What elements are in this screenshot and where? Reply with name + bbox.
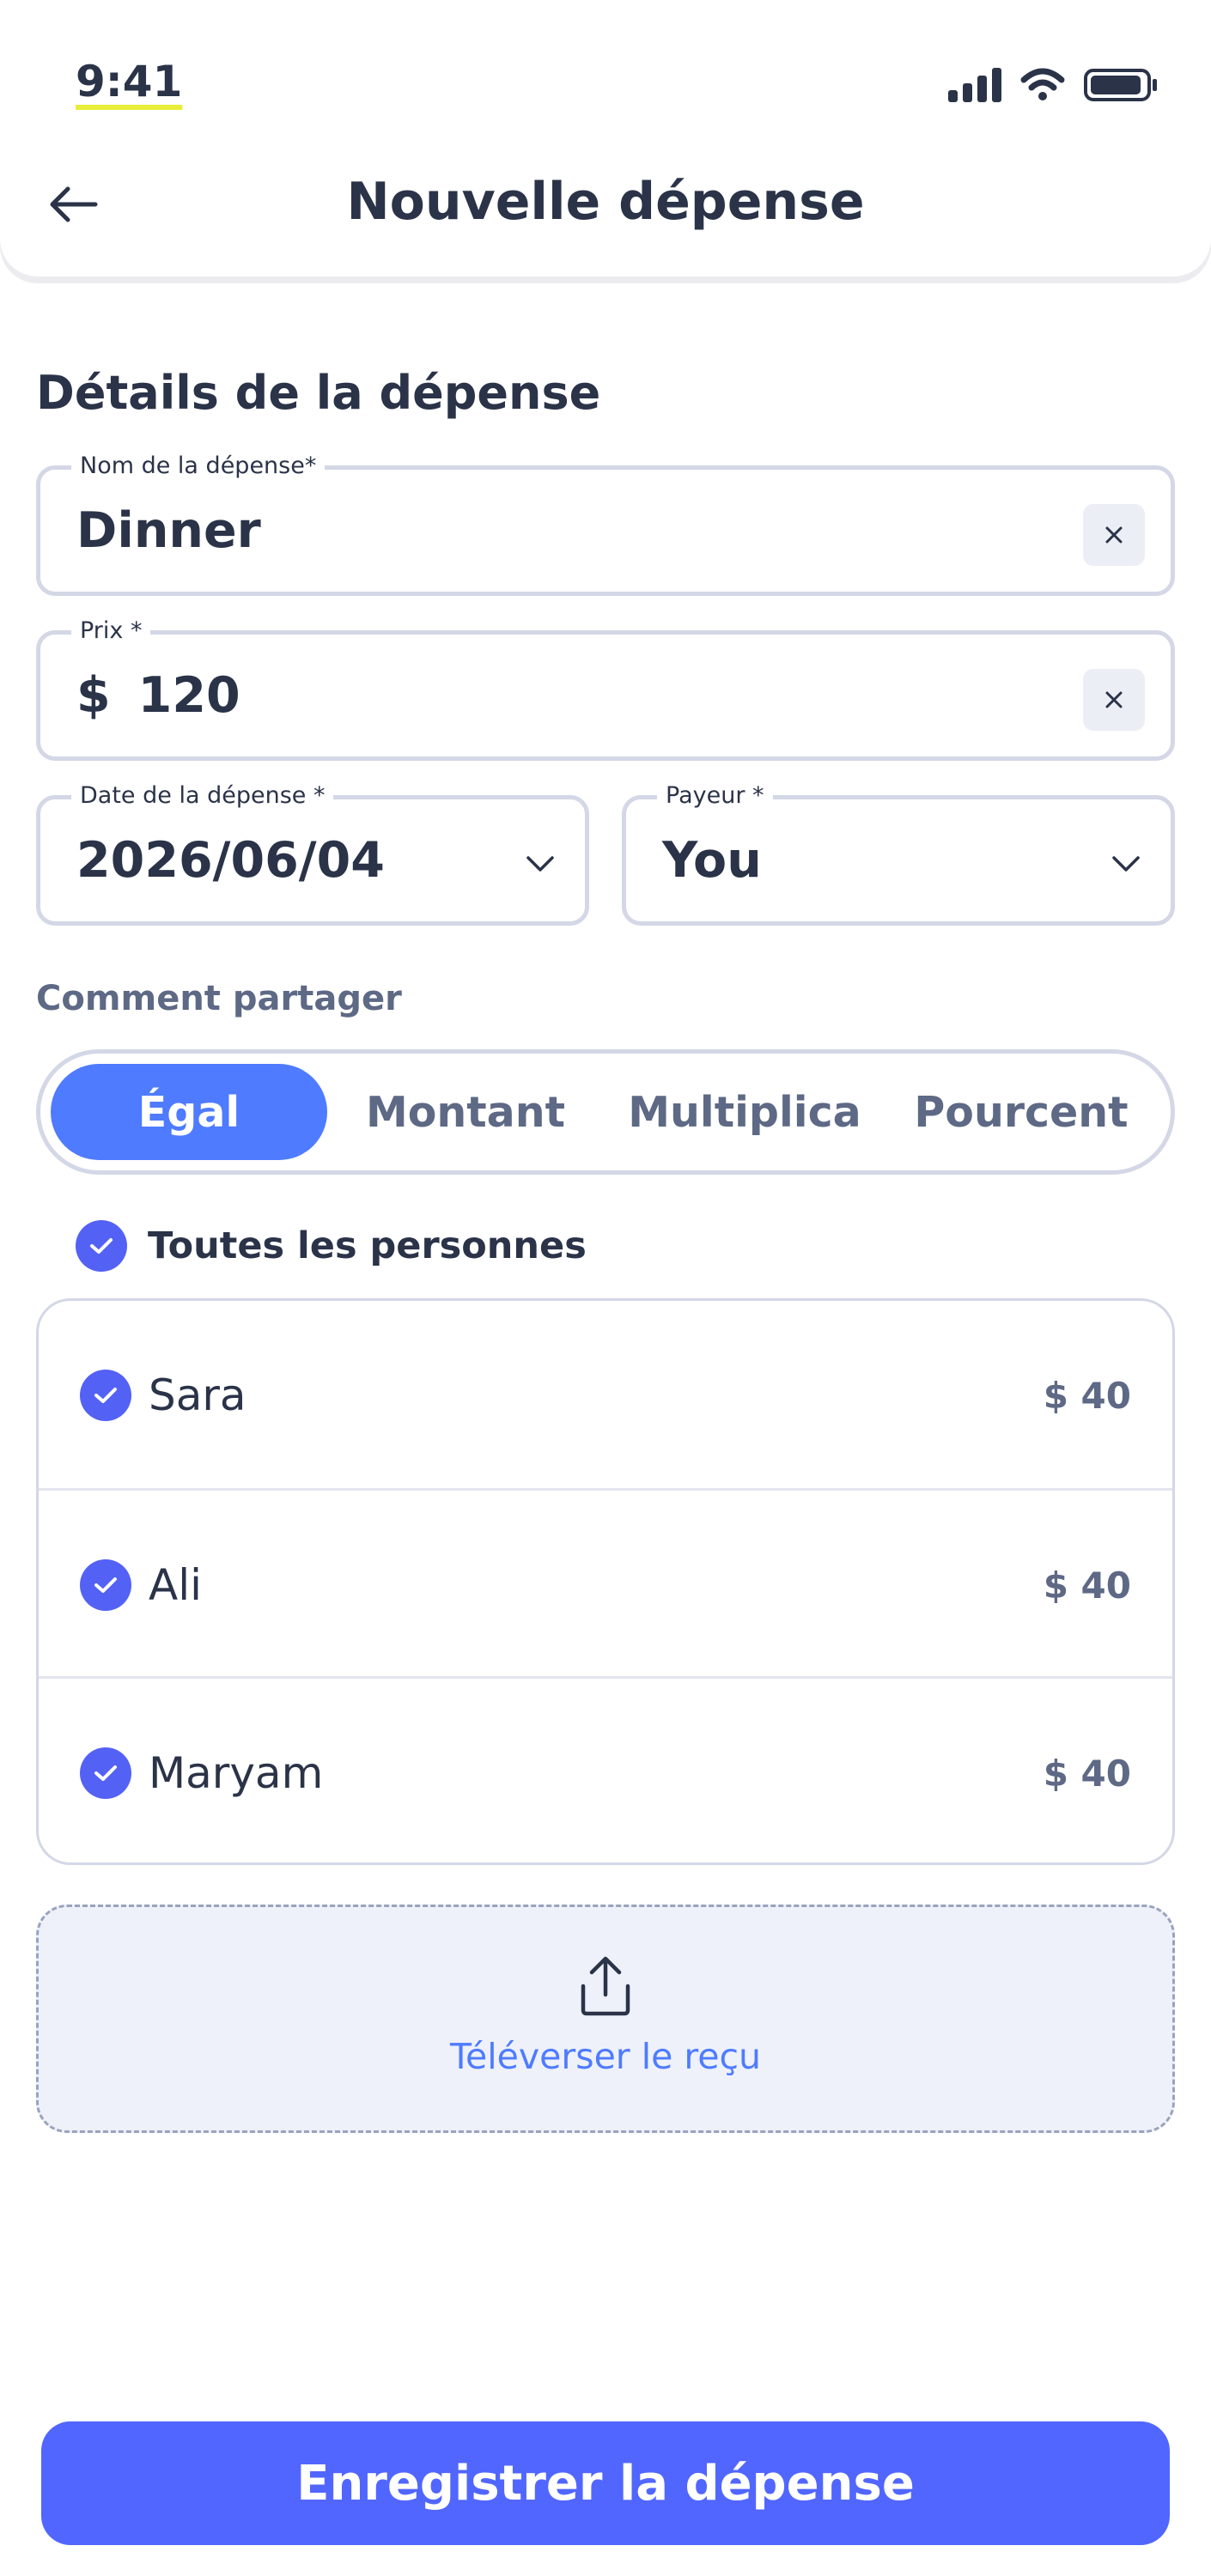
status-time: 9:41 (76, 57, 183, 106)
member-name: Ali (149, 1560, 202, 1610)
upload-label: Téléverser le reçu (449, 2036, 762, 2077)
member-row[interactable]: Maryam $ 40 (39, 1676, 1172, 1862)
date-dropdown[interactable]: Date de la dépense * 2026/06/04 (36, 782, 589, 926)
member-amount: $ 40 (1043, 1752, 1131, 1795)
all-persons-checkbox[interactable]: Toutes les personnes (76, 1219, 587, 1273)
split-label: Comment partager (36, 979, 402, 1018)
member-amount: $ 40 (1043, 1564, 1131, 1607)
header: 9:41 Nouvelle dépense (0, 0, 1211, 276)
chevron-down-icon (1112, 856, 1140, 872)
upload-icon (581, 1956, 630, 2016)
split-option-pourcent[interactable]: Pourcent (884, 1064, 1159, 1160)
member-row[interactable]: Ali $ 40 (39, 1488, 1172, 1677)
close-icon (1105, 526, 1123, 544)
member-name: Sara (149, 1370, 246, 1420)
price-field[interactable]: Prix * $ 120 (36, 617, 1175, 761)
members-list: Sara $ 40 Ali $ 40 Maryam $ 40 (36, 1298, 1175, 1865)
payer-dropdown[interactable]: Payeur * You (622, 782, 1175, 926)
member-name: Maryam (149, 1748, 324, 1798)
member-checkbox[interactable] (80, 1370, 131, 1421)
member-amount: $ 40 (1043, 1374, 1131, 1417)
upload-receipt-button[interactable]: Téléverser le reçu (36, 1905, 1175, 2133)
check-icon (90, 1238, 113, 1254)
price-value-wrap[interactable]: $ 120 (76, 635, 240, 756)
section-title: Détails de la dépense (36, 366, 601, 420)
split-option-multiplica[interactable]: Multiplica (607, 1064, 882, 1160)
screen: 9:41 Nouvelle dépense Détails de la dépe… (0, 0, 1211, 2576)
checkbox-checked-icon (76, 1220, 127, 1272)
expense-name-value[interactable]: Dinner (76, 470, 261, 592)
payer-value: You (662, 832, 762, 889)
split-option-egal[interactable]: Égal (51, 1064, 327, 1160)
close-icon (1105, 691, 1123, 708)
clear-name-button[interactable] (1083, 504, 1145, 566)
chevron-down-icon (526, 856, 554, 872)
signal-icon (948, 68, 1001, 102)
check-icon (94, 1765, 117, 1781)
member-checkbox[interactable] (80, 1559, 131, 1611)
date-value: 2026/06/04 (76, 832, 385, 889)
wifi-icon (1020, 68, 1065, 100)
save-expense-button[interactable]: Enregistrer la dépense (41, 2421, 1170, 2545)
expense-name-field[interactable]: Nom de la dépense* Dinner (36, 453, 1175, 596)
split-option-montant[interactable]: Montant (332, 1064, 599, 1160)
member-row[interactable]: Sara $ 40 (39, 1301, 1172, 1490)
price-value[interactable]: 120 (138, 667, 240, 724)
clear-price-button[interactable] (1083, 669, 1145, 731)
battery-icon (1084, 69, 1157, 101)
check-icon (94, 1388, 117, 1403)
split-method-selector: Égal Montant Multiplica Pourcent (36, 1049, 1175, 1175)
page-title: Nouvelle dépense (346, 172, 865, 232)
all-persons-label: Toutes les personnes (148, 1224, 587, 1267)
check-icon (94, 1577, 117, 1593)
member-checkbox[interactable] (80, 1747, 131, 1799)
currency-symbol: $ (76, 667, 111, 724)
status-icons (948, 67, 1158, 103)
